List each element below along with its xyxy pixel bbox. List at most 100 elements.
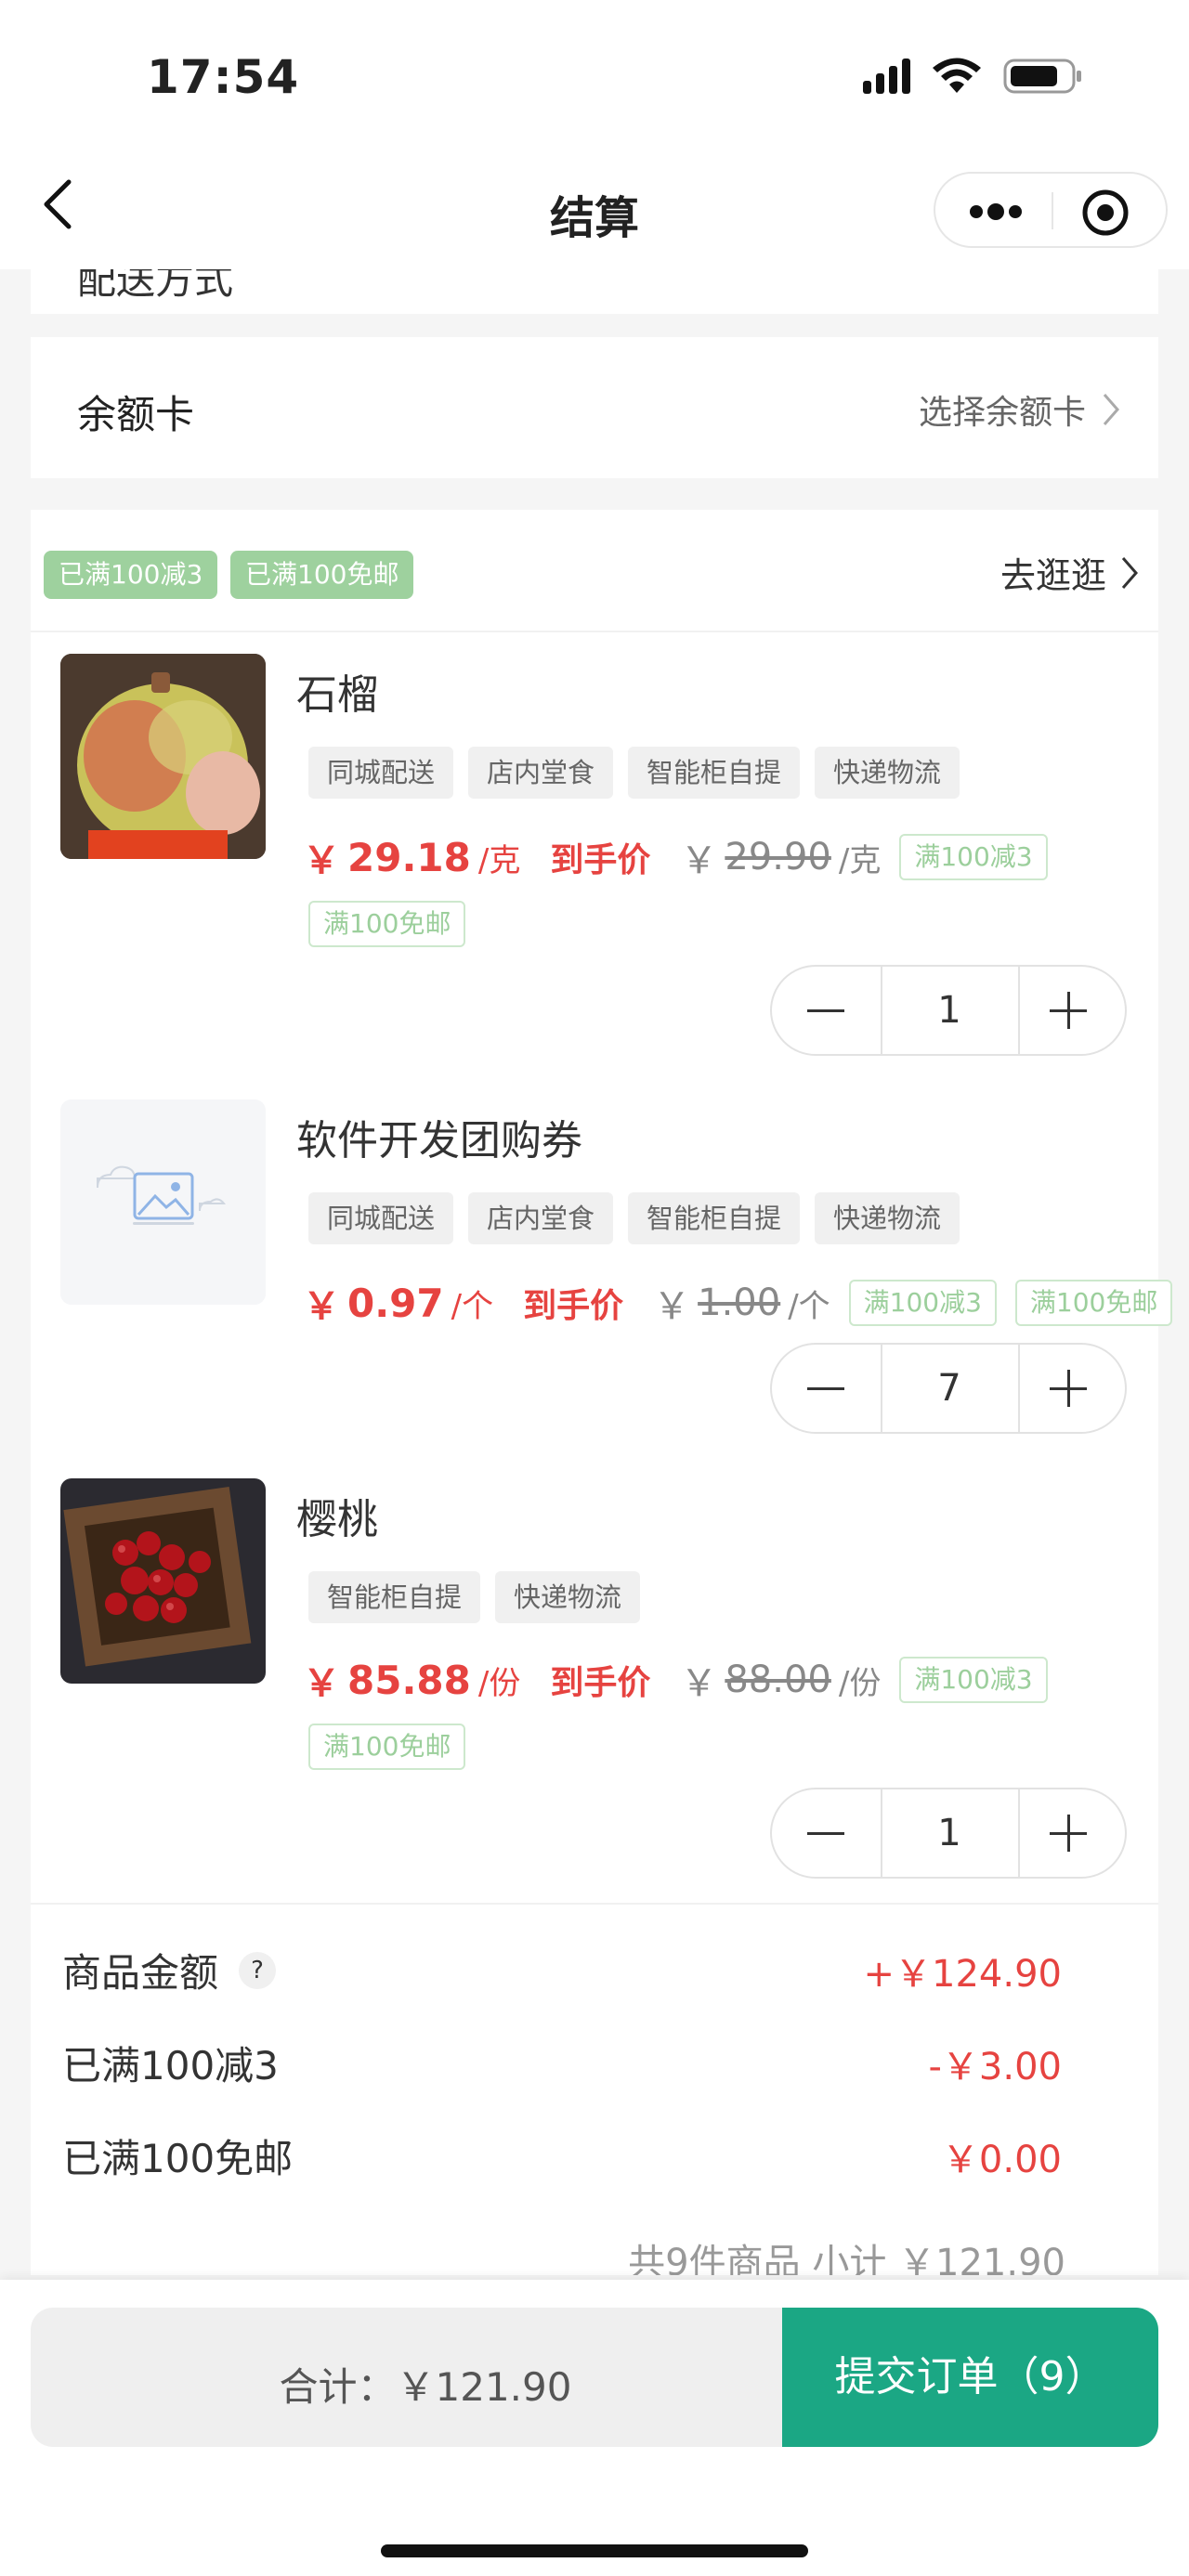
currency: ￥ [303, 839, 340, 882]
delivery-tag: 店内堂食 [468, 1192, 614, 1244]
delivery-tag: 店内堂食 [468, 747, 614, 799]
product-image-cherry[interactable] [60, 1478, 266, 1684]
total-box: 合计：￥121.90 [31, 2308, 820, 2447]
minus-icon[interactable] [772, 967, 881, 1054]
checkout-bar: 合计：￥121.90 提交订单（9） [0, 2280, 1189, 2576]
price-line: ￥ 85.88 /份 到手价 ￥ 88.00 /份 满100减3 [303, 1653, 1048, 1707]
delivery-tag: 快递物流 [495, 1571, 641, 1623]
promo-tag: 满100免邮 [1014, 1280, 1173, 1326]
goods-amount-value: +￥124.90 [863, 1953, 1062, 1996]
currency: ￥ [303, 1662, 340, 1705]
shipping-value: ￥0.00 [941, 2139, 1062, 2181]
target-icon[interactable] [1081, 189, 1130, 237]
top-bar: 17:54 结算 [0, 0, 1189, 269]
final-price: 29.18 [347, 834, 471, 880]
cart-item: 樱桃 智能柜自提 快递物流 ￥ 85.88 /份 到手价 ￥ 88.00 /份 … [31, 1478, 1158, 1896]
status-time: 17:54 [147, 50, 300, 104]
quantity-stepper[interactable]: 1 [770, 1788, 1127, 1879]
product-name: 樱桃 [296, 1496, 378, 1543]
original-price: 29.90 [725, 836, 831, 878]
chevron-right-icon [1103, 394, 1119, 425]
delivery-tag: 智能柜自提 [308, 1571, 481, 1623]
quantity-value[interactable]: 1 [881, 1789, 1018, 1877]
chevron-right-icon [1121, 556, 1138, 589]
final-price: 85.88 [347, 1657, 471, 1703]
submit-order-button[interactable]: 提交订单（9） [782, 2308, 1158, 2447]
orig-unit: /份 [838, 1664, 882, 1702]
product-name: 软件开发团购券 [296, 1117, 582, 1164]
promo-tags: 满100免邮 [308, 1724, 466, 1770]
more-icon[interactable] [968, 196, 1024, 228]
promo-tag: 满100免邮 [308, 901, 466, 947]
original-price: 1.00 [698, 1281, 781, 1324]
wifi-icon [933, 58, 981, 93]
orig-currency: ￥ [653, 1285, 691, 1328]
delivery-tag: 快递物流 [815, 747, 960, 799]
shipping-label: 已满100免邮 [62, 2136, 294, 2181]
price-unit: /个 [451, 1287, 494, 1325]
final-price-label: 到手价 [523, 1287, 624, 1325]
plus-icon[interactable] [1016, 1345, 1125, 1432]
browse-text: 去逛逛 [1000, 555, 1106, 596]
plus-icon[interactable] [1016, 967, 1125, 1054]
subtotal-text: 共9件商品 小计 ￥121.90 [628, 2242, 1065, 2275]
browse-link[interactable]: 去逛逛 [1000, 547, 1140, 598]
status-icons [863, 58, 1083, 95]
image-placeholder-icon[interactable] [60, 1099, 266, 1305]
orig-currency: ￥ [680, 1662, 718, 1705]
delivery-tag: 同城配送 [308, 1192, 454, 1244]
quantity-value[interactable]: 1 [881, 967, 1018, 1054]
promo-tag: 满100免邮 [308, 1724, 466, 1770]
price-line: ￥ 29.18 /克 到手价 ￥ 29.90 /克 满100减3 [303, 830, 1048, 884]
subtotal-row-partial: 共9件商品 小计 ￥121.90 [31, 2223, 1158, 2275]
price-summary: 商品金额 ? +￥124.90 已满100减3 -￥3.00 已满100免邮 ￥… [31, 1903, 1158, 2181]
minus-icon[interactable] [772, 1789, 881, 1877]
promo-tag: 满100减3 [899, 1657, 1048, 1703]
original-price: 88.00 [725, 1659, 831, 1701]
plus-icon[interactable] [1016, 1789, 1125, 1877]
select-balance-text: 选择余额卡 [918, 394, 1086, 432]
goods-amount-row: 商品金额 ? +￥124.90 [31, 1932, 1158, 2007]
orig-unit: /个 [788, 1287, 830, 1325]
home-indicator[interactable] [381, 2544, 808, 2557]
promo-tags: 满100免邮 [308, 901, 466, 947]
delivery-tags: 同城配送 店内堂食 智能柜自提 快递物流 [308, 747, 960, 799]
goods-amount-label: 商品金额 [62, 1950, 219, 1996]
battery-icon [1003, 59, 1081, 94]
orig-currency: ￥ [680, 839, 718, 882]
price-unit: /份 [477, 1664, 521, 1702]
delivery-tag: 快递物流 [815, 1192, 960, 1244]
quantity-value[interactable]: 7 [881, 1345, 1018, 1432]
quantity-stepper[interactable]: 7 [770, 1343, 1127, 1434]
mini-program-capsule [934, 172, 1168, 248]
price-unit: /克 [477, 841, 521, 879]
currency: ￥ [303, 1285, 340, 1328]
select-balance-card[interactable]: 选择余额卡 [919, 385, 1121, 434]
discount-value: -￥3.00 [928, 2046, 1063, 2088]
order-card: 已满100减3 已满100免邮 去逛逛 石榴 同城配送 店内堂食 智能柜自提 快… [31, 510, 1173, 2228]
price-line: ￥ 0.97 /个 到手价 ￥ 1.00 /个 满100减3 满100免邮 [303, 1276, 1173, 1330]
balance-label: 余额卡 [77, 392, 195, 437]
promo-tag: 满100减3 [899, 834, 1048, 880]
delivery-tag: 同城配送 [308, 747, 454, 799]
minus-icon[interactable] [772, 1345, 881, 1432]
order-total: 合计：￥121.90 [279, 2364, 572, 2410]
delivery-row-partial[interactable]: 配送方式 [31, 269, 1158, 314]
promo-pill: 已满100减3 [44, 551, 218, 599]
product-image-pomegranate[interactable] [60, 654, 266, 859]
delivery-label: 配送方式 [77, 269, 234, 303]
delivery-tags: 同城配送 店内堂食 智能柜自提 快递物流 [308, 1192, 960, 1244]
delivery-tag: 智能柜自提 [628, 747, 801, 799]
shipping-row: 已满100免邮 ￥0.00 [31, 2118, 1158, 2192]
quantity-stepper[interactable]: 1 [770, 965, 1127, 1056]
delivery-tags: 智能柜自提 快递物流 [308, 1571, 641, 1623]
final-price-label: 到手价 [550, 1664, 651, 1702]
promo-bar: 已满100减3 已满100免邮 去逛逛 [31, 510, 1158, 632]
promo-pill: 已满100免邮 [230, 551, 414, 599]
help-icon[interactable]: ? [239, 1951, 277, 1989]
final-price: 0.97 [347, 1280, 444, 1326]
balance-card-row[interactable]: 余额卡 选择余额卡 [31, 337, 1158, 478]
final-price-label: 到手价 [550, 841, 651, 879]
cart-item: 软件开发团购券 同城配送 店内堂食 智能柜自提 快递物流 ￥ 0.97 /个 到… [31, 1099, 1173, 1471]
promo-tag: 满100减3 [848, 1280, 997, 1326]
